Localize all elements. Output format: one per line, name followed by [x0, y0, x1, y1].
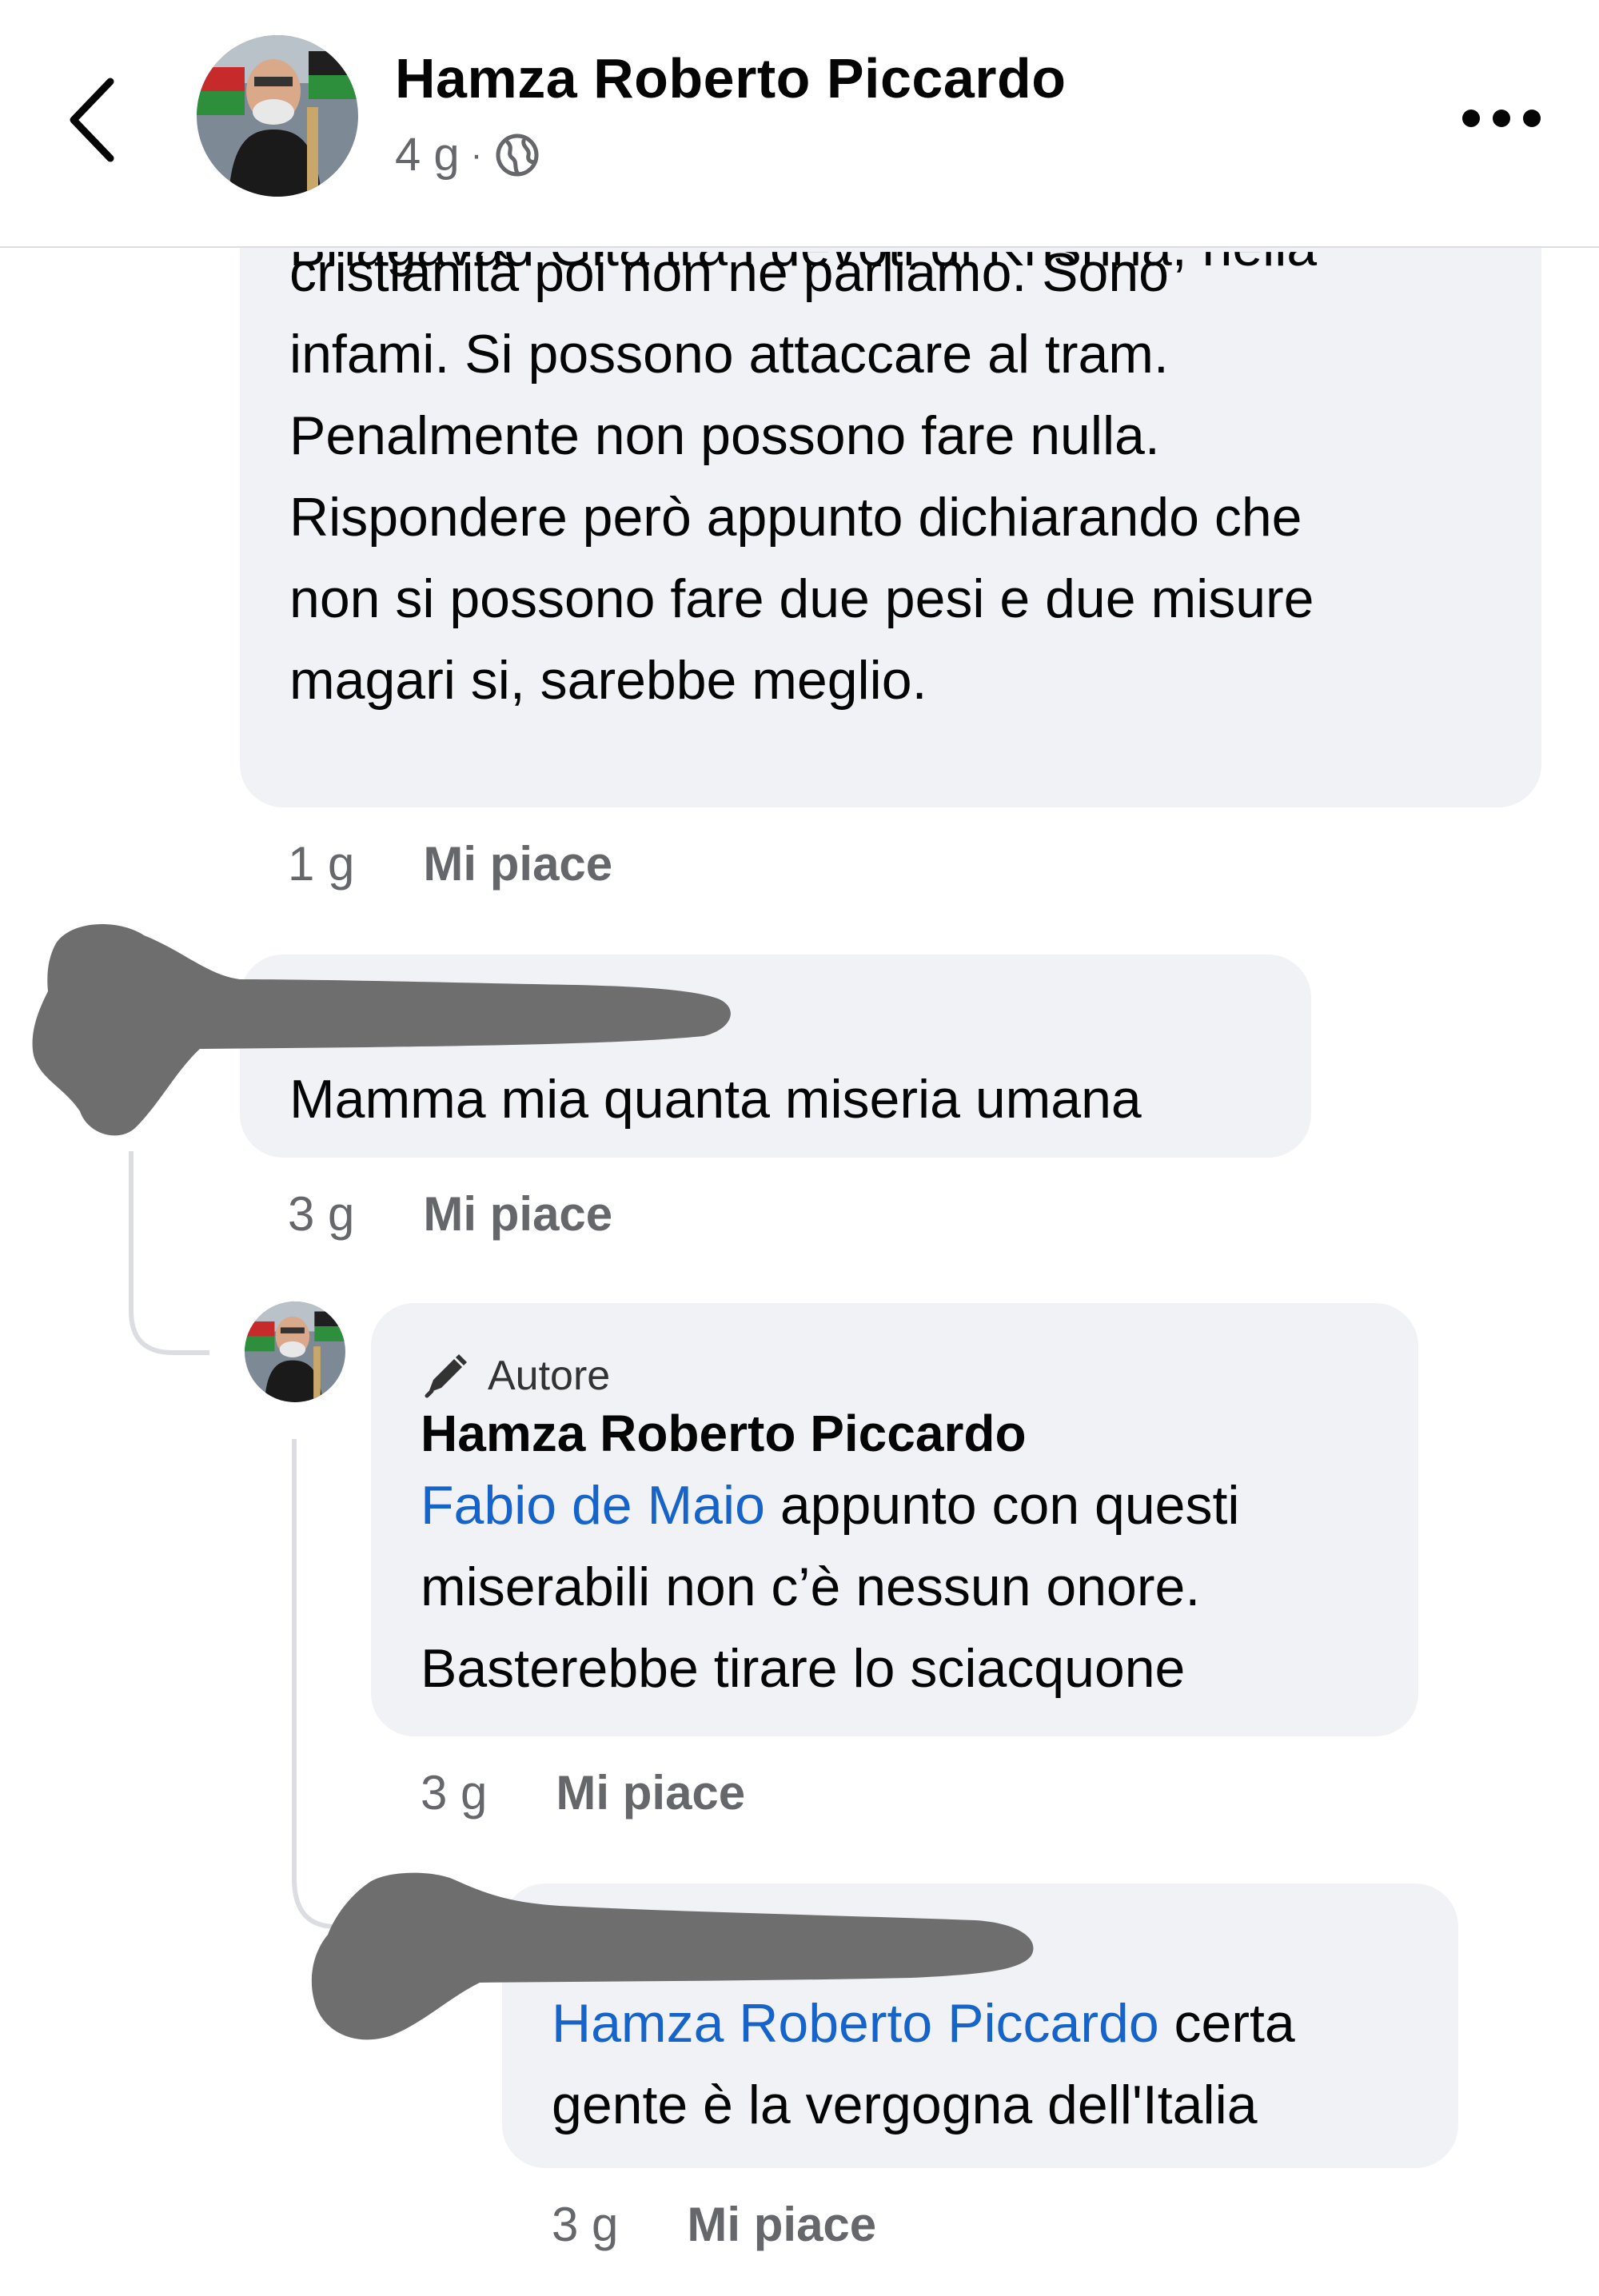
like-button[interactable]: Mi piace: [687, 2197, 876, 2252]
comment-1-line: magari si, sarebbe meglio.: [289, 650, 927, 711]
comment-2-text: Mamma mia quanta miseria umana: [289, 1069, 1142, 1130]
reply-bubble-2: Hamza Roberto Piccardo certa gente è la …: [502, 1883, 1458, 2168]
like-button[interactable]: Mi piace: [556, 1765, 745, 1820]
author-name[interactable]: Hamza Roberto Piccardo: [395, 46, 1067, 110]
reply-1-line: Basterebbe tirare lo sciacquone: [421, 1638, 1186, 1699]
comment-1-line: Rispondere però appunto dichiarando che: [289, 487, 1302, 548]
reply-2-first-line: Hamza Roberto Piccardo certa: [552, 1983, 1426, 2064]
reply-2-line: gente è la vergogna dell'Italia: [552, 2075, 1258, 2135]
globe-icon: [496, 134, 539, 176]
chevron-left-icon: [70, 78, 114, 162]
comment-time: 3 g: [288, 1187, 355, 1241]
reply-1-text: Fabio de Maio appunto con questi miserab…: [421, 1465, 1240, 1709]
author-avatar[interactable]: [197, 35, 358, 197]
comment-time: 3 g: [552, 2198, 619, 2251]
mention-link[interactable]: Fabio de Maio: [421, 1475, 765, 1536]
post-meta: 4 g ·: [395, 128, 541, 181]
mention-link[interactable]: Hamza Roberto Piccardo: [552, 1993, 1159, 2054]
comment-2-meta: 3 g Mi piace: [288, 1186, 612, 1242]
reply-2-meta: 3 g Mi piace: [552, 2197, 876, 2252]
post-time: 4 g: [395, 129, 460, 181]
reply-author-avatar[interactable]: [245, 1301, 345, 1402]
comment-bubble-2: Mamma mia quanta miseria umana: [240, 955, 1311, 1158]
comment-1-line: Penalmente non possono fare nulla.: [289, 405, 1160, 466]
post-header: Hamza Roberto Piccardo 4 g ·: [0, 0, 1599, 248]
reply-1-line: miserabili non c’è nessun onore.: [421, 1557, 1201, 1617]
more-options-button[interactable]: [1460, 102, 1543, 134]
reply-1-text-rest: appunto con questi: [764, 1475, 1240, 1536]
comment-time: 3 g: [421, 1766, 488, 1820]
comment-time: 1 g: [288, 837, 355, 891]
comment-1-line: non si possono fare due pesi e due misur…: [289, 568, 1314, 629]
like-button[interactable]: Mi piace: [423, 1186, 612, 1242]
reply-1-first-line: Fabio de Maio appunto con questi: [421, 1465, 1240, 1546]
comment-1-meta: 1 g Mi piace: [288, 836, 612, 891]
more-horizontal-icon: [1462, 110, 1541, 127]
reply-2-text-rest: certa: [1158, 1993, 1295, 2054]
reply-bubble-1: Autore Hamza Roberto Piccardo Fabio de M…: [371, 1303, 1418, 1736]
like-button[interactable]: Mi piace: [423, 836, 612, 891]
meta-separator: ·: [470, 134, 483, 174]
reply-1-meta: 3 g Mi piace: [421, 1765, 745, 1820]
comment-1-line: infami. Si possono attaccare al tram.: [289, 324, 1169, 385]
reply-author-name[interactable]: Hamza Roberto Piccardo: [421, 1393, 1027, 1474]
back-button[interactable]: [64, 72, 128, 168]
